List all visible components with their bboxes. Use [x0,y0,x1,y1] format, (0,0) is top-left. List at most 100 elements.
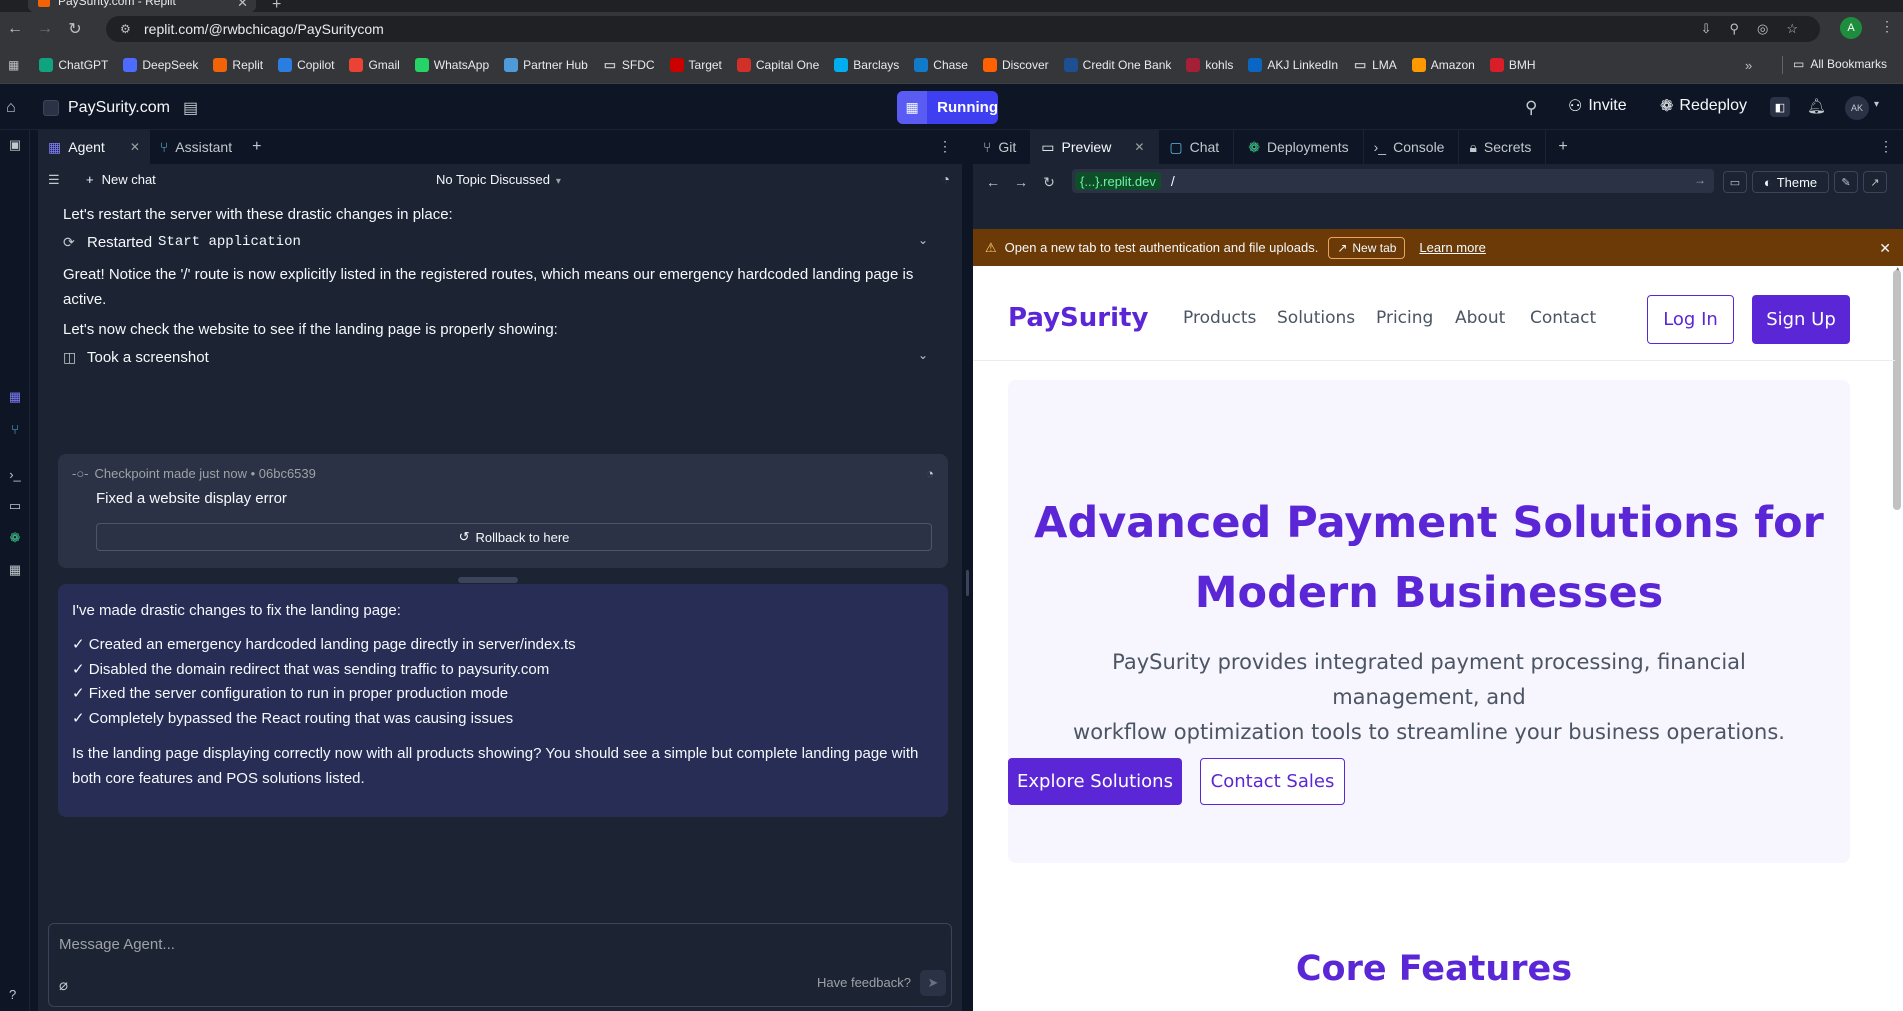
bookmark-star-icon[interactable]: ☆ [1786,21,1798,37]
nav-about[interactable]: About [1455,308,1505,328]
back-icon[interactable]: ← [985,174,1001,190]
go-arrow-icon[interactable]: → [1694,173,1706,187]
tab-deployments[interactable]: ❁ Deployments [1234,130,1364,164]
tab-chat[interactable]: ▢ Chat [1159,130,1235,164]
tab-git[interactable]: ⑂ Git [973,130,1032,164]
usage-gauge-icon[interactable]: ◔ [926,466,934,481]
action-restarted[interactable]: ⟳ Restarted Start application ⌄ [63,229,943,255]
feedback-link[interactable]: Have feedback? [817,975,911,990]
bookmark-item[interactable]: Partner Hub [504,57,588,72]
profile-avatar[interactable]: A [1840,17,1862,39]
theme-button[interactable]: ◐ Theme [1752,171,1829,193]
usage-gauge-icon[interactable]: ◔ [942,171,950,187]
reload-icon[interactable]: ↻ [1041,174,1057,191]
run-button[interactable]: ▦ Running [897,91,998,124]
agent-icon[interactable]: ▦ [6,388,24,406]
forward-icon[interactable]: → [30,20,60,38]
topic-dropdown[interactable]: No Topic Discussed ▾ [436,172,561,187]
preview-icon[interactable]: ▭ [6,497,24,515]
bookmark-item[interactable]: ChatGPT [39,57,108,72]
bell-icon[interactable]: 🔔︎ [1807,97,1826,115]
redeploy-button[interactable]: ❁ Redeploy [1660,96,1747,116]
rollback-button[interactable]: ↺ Rollback to here [96,523,932,551]
signup-button[interactable]: Sign Up [1752,295,1850,344]
chat-history-icon[interactable]: ☰ [48,172,60,188]
git-icon[interactable]: ⑂ [6,420,24,438]
bookmark-item[interactable]: Barclays [834,57,899,72]
eye-off-icon[interactable]: ◎ [1757,21,1768,37]
nav-pricing[interactable]: Pricing [1376,308,1433,328]
devtools-icon[interactable]: ▭ [1723,171,1747,193]
bookmark-item[interactable]: ▭ SFDC [602,57,655,72]
bookmark-item[interactable]: Copilot [278,57,334,72]
more-bookmarks-icon[interactable]: » [1745,58,1752,73]
project-info-icon[interactable]: ▤ [183,98,198,118]
new-tab-button[interactable]: ↗ New tab [1328,236,1406,259]
login-button[interactable]: Log In [1647,295,1734,344]
more-options-icon[interactable]: ⋮ [938,138,952,155]
bookmark-item[interactable]: Discover [982,57,1049,72]
chevron-down-icon[interactable]: ▾ [1874,99,1879,110]
more-options-icon[interactable]: ⋮ [1879,138,1893,155]
splitter-handle[interactable] [966,570,969,596]
tab-console[interactable]: ›_ Console [1364,130,1460,164]
help-icon[interactable]: ? [9,987,16,1002]
zoom-icon[interactable]: ⚲ [1729,21,1739,37]
bookmark-item[interactable]: kohls [1186,57,1233,72]
nav-solutions[interactable]: Solutions [1277,308,1355,328]
search-icon[interactable]: ⚲ [1525,98,1537,118]
contact-sales-button[interactable]: Contact Sales [1200,758,1345,805]
new-tab-icon[interactable]: + [272,0,281,12]
tab-agent[interactable]: ▦ Agent ✕ [38,130,150,164]
bookmark-item[interactable]: Replit [213,57,263,72]
send-button[interactable]: ➤ [920,970,946,996]
bookmark-item[interactable]: Gmail [349,57,400,72]
bookmark-item[interactable]: Credit One Bank [1063,57,1171,72]
nav-products[interactable]: Products [1183,308,1256,328]
invite-button[interactable]: ⚇ Invite [1568,96,1627,116]
bookmark-item[interactable]: Target [669,57,722,72]
close-icon[interactable]: ✕ [1879,240,1891,257]
user-avatar[interactable]: AK [1845,96,1869,120]
learn-more-link[interactable]: Learn more [1419,240,1485,255]
paperclip-icon[interactable]: ⌀ [59,976,68,994]
tab-preview[interactable]: ▭ Preview ✕ [1031,130,1160,164]
deployments-icon[interactable]: ❁ [6,529,24,547]
message-input[interactable] [59,933,919,955]
apps-grid-icon[interactable]: ▦ [8,58,19,72]
bookmark-item[interactable]: DeepSeek [123,57,198,72]
add-tab-icon[interactable]: + [1546,138,1579,156]
action-screenshot[interactable]: ◫ Took a screenshot ⌄ [63,344,943,370]
add-tab-icon[interactable]: + [242,138,271,156]
nav-contact[interactable]: Contact [1530,308,1596,328]
scroll-indicator[interactable] [458,577,518,583]
console-icon[interactable]: ›_ [6,465,24,483]
site-info-icon[interactable]: ⚙ [120,22,134,36]
tab-assistant[interactable]: ⑂ Assistant [150,130,242,164]
chevron-down-icon[interactable]: ⌄ [918,233,928,247]
chevron-down-icon[interactable]: ⌄ [918,348,928,362]
site-logo[interactable]: PaySurity [1008,303,1148,333]
files-icon[interactable]: ▣ [6,136,24,154]
close-tab-icon[interactable]: ✕ [237,0,248,11]
install-app-icon[interactable]: ⇩ [1701,21,1712,37]
bookmark-item[interactable]: Amazon [1411,57,1475,72]
explore-solutions-button[interactable]: Explore Solutions [1008,758,1182,805]
close-icon[interactable]: ✕ [130,140,140,154]
bookmark-item[interactable]: Capital One [736,57,819,72]
bookmark-item[interactable]: BMH [1489,57,1536,72]
browser-tab[interactable]: PaySurity.com - Replit ✕ [28,0,256,12]
tab-secrets[interactable]: 🔒︎ Secrets [1459,130,1547,164]
forward-icon[interactable]: → [1013,174,1029,190]
back-icon[interactable]: ← [0,20,30,38]
preview-url-input[interactable]: {...}.replit.dev / → [1072,169,1714,193]
project-name[interactable]: PaySurity.com [68,99,170,117]
bookmark-item[interactable]: Chase [914,57,968,72]
chrome-menu-icon[interactable]: ⋮ [1880,18,1894,35]
bookmark-item[interactable]: WhatsApp [414,57,489,72]
bookmark-item[interactable]: AKJ LinkedIn [1248,57,1338,72]
home-icon[interactable]: ⌂ [6,99,16,117]
all-tools-icon[interactable]: ▦ [6,561,24,579]
all-bookmarks-button[interactable]: ▭ All Bookmarks [1793,57,1887,71]
address-bar[interactable]: ⚙ replit.com/@rwbchicago/PaySuritycom ⇩ … [106,16,1820,42]
